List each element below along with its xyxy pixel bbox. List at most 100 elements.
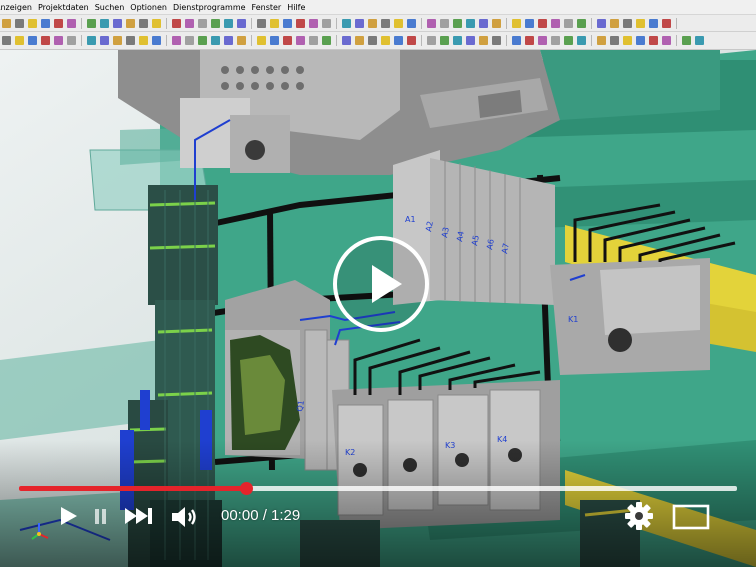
toolbar-button-icon[interactable]: [492, 36, 501, 45]
toolbar-button-icon[interactable]: [139, 18, 148, 28]
toolbar-button-icon[interactable]: [407, 18, 416, 28]
toolbar-button-icon[interactable]: [224, 18, 233, 28]
toolbar-button-icon[interactable]: [551, 36, 560, 45]
toolbar-button-icon[interactable]: [100, 36, 109, 45]
toolbar-button-icon[interactable]: [322, 36, 331, 45]
toolbar-button-icon[interactable]: [440, 18, 449, 28]
toolbar-button-icon[interactable]: [100, 18, 109, 28]
toolbar-button-icon[interactable]: [662, 18, 671, 28]
toolbar-button-icon[interactable]: [440, 36, 449, 45]
menu-optionen[interactable]: Optionen: [127, 3, 170, 12]
toolbar-button-icon[interactable]: [54, 36, 63, 45]
toolbar-button-icon[interactable]: [152, 36, 161, 45]
pause-icon[interactable]: [94, 508, 108, 525]
toolbar-button-icon[interactable]: [342, 18, 351, 28]
menu-hilfe[interactable]: Hilfe: [284, 3, 308, 12]
toolbar-button-icon[interactable]: [257, 18, 266, 28]
toolbar-button-icon[interactable]: [577, 36, 586, 45]
menu-fenster[interactable]: Fenster: [249, 3, 285, 12]
toolbar-button-icon[interactable]: [270, 18, 279, 28]
toolbar-button-icon[interactable]: [551, 18, 560, 28]
toolbar-button-icon[interactable]: [113, 18, 122, 28]
toolbar-button-icon[interactable]: [185, 36, 194, 45]
toolbar-button-icon[interactable]: [368, 18, 377, 28]
toolbar-button-icon[interactable]: [525, 18, 534, 28]
toolbar-button-icon[interactable]: [381, 36, 390, 45]
toolbar-button-icon[interactable]: [394, 18, 403, 28]
fullscreen-icon[interactable]: [672, 504, 710, 530]
toolbar-button-icon[interactable]: [479, 36, 488, 45]
toolbar-button-icon[interactable]: [538, 18, 547, 28]
toolbar-button-icon[interactable]: [636, 36, 645, 45]
toolbar-button-icon[interactable]: [126, 18, 135, 28]
toolbar-button-icon[interactable]: [15, 18, 24, 28]
toolbar-button-icon[interactable]: [355, 36, 364, 45]
toolbar-button-icon[interactable]: [309, 18, 318, 28]
toolbar-button-icon[interactable]: [28, 36, 37, 45]
toolbar-button-icon[interactable]: [283, 18, 292, 28]
toolbar-button-icon[interactable]: [185, 18, 194, 28]
toolbar-button-icon[interactable]: [224, 36, 233, 45]
toolbar-button-icon[interactable]: [322, 18, 331, 28]
toolbar-button-icon[interactable]: [512, 36, 521, 45]
toolbar-button-icon[interactable]: [355, 18, 364, 28]
toolbar-button-icon[interactable]: [41, 18, 50, 28]
toolbar-button-icon[interactable]: [113, 36, 122, 45]
toolbar-button-icon[interactable]: [610, 36, 619, 45]
toolbar-button-icon[interactable]: [479, 18, 488, 28]
toolbar-button-icon[interactable]: [427, 18, 436, 28]
toolbar-button-icon[interactable]: [41, 36, 50, 45]
toolbar-button-icon[interactable]: [564, 36, 573, 45]
toolbar-button-icon[interactable]: [15, 36, 24, 45]
toolbar-button-icon[interactable]: [381, 18, 390, 28]
menu-suchen[interactable]: Suchen: [92, 3, 128, 12]
toolbar-button-icon[interactable]: [237, 36, 246, 45]
skip-next-icon[interactable]: [124, 506, 154, 526]
toolbar-button-icon[interactable]: [126, 36, 135, 45]
toolbar-button-icon[interactable]: [453, 36, 462, 45]
toolbar-button-icon[interactable]: [257, 36, 266, 45]
toolbar-button-icon[interactable]: [682, 36, 691, 45]
toolbar-button-icon[interactable]: [198, 36, 207, 45]
toolbar-button-icon[interactable]: [597, 18, 606, 28]
toolbar-button-icon[interactable]: [623, 18, 632, 28]
toolbar-button-icon[interactable]: [211, 18, 220, 28]
toolbar-button-icon[interactable]: [270, 36, 279, 45]
play-icon[interactable]: [58, 505, 80, 527]
toolbar-button-icon[interactable]: [237, 18, 246, 28]
toolbar-button-icon[interactable]: [172, 18, 181, 28]
toolbar-button-icon[interactable]: [309, 36, 318, 45]
menu-anzeigen[interactable]: Anzeigen: [0, 3, 35, 12]
toolbar-button-icon[interactable]: [283, 36, 292, 45]
toolbar-button-icon[interactable]: [662, 36, 671, 45]
toolbar-button-icon[interactable]: [394, 36, 403, 45]
toolbar-button-icon[interactable]: [492, 18, 501, 28]
menu-dienstprogramme[interactable]: Dienstprogramme: [170, 3, 249, 12]
toolbar-button-icon[interactable]: [564, 18, 573, 28]
large-play-button[interactable]: [333, 236, 429, 332]
volume-icon[interactable]: [171, 505, 201, 529]
toolbar-button-icon[interactable]: [67, 36, 76, 45]
toolbar-button-icon[interactable]: [87, 18, 96, 28]
toolbar-button-icon[interactable]: [649, 18, 658, 28]
gear-icon[interactable]: [624, 501, 654, 531]
toolbar-button-icon[interactable]: [427, 36, 436, 45]
toolbar-button-icon[interactable]: [198, 18, 207, 28]
toolbar-button-icon[interactable]: [211, 36, 220, 45]
toolbar-button-icon[interactable]: [453, 18, 462, 28]
menu-projektdaten[interactable]: Projektdaten: [35, 3, 92, 12]
toolbar-button-icon[interactable]: [152, 18, 161, 28]
progress-scrubber[interactable]: [239, 482, 253, 495]
toolbar-button-icon[interactable]: [466, 18, 475, 28]
toolbar-button-icon[interactable]: [139, 36, 148, 45]
toolbar-button-icon[interactable]: [695, 36, 704, 45]
toolbar-button-icon[interactable]: [525, 36, 534, 45]
toolbar-button-icon[interactable]: [597, 36, 606, 45]
toolbar-button-icon[interactable]: [538, 36, 547, 45]
toolbar-button-icon[interactable]: [87, 36, 96, 45]
toolbar-button-icon[interactable]: [649, 36, 658, 45]
toolbar-button-icon[interactable]: [610, 18, 619, 28]
toolbar-button-icon[interactable]: [296, 18, 305, 28]
toolbar-button-icon[interactable]: [623, 36, 632, 45]
toolbar-button-icon[interactable]: [368, 36, 377, 45]
